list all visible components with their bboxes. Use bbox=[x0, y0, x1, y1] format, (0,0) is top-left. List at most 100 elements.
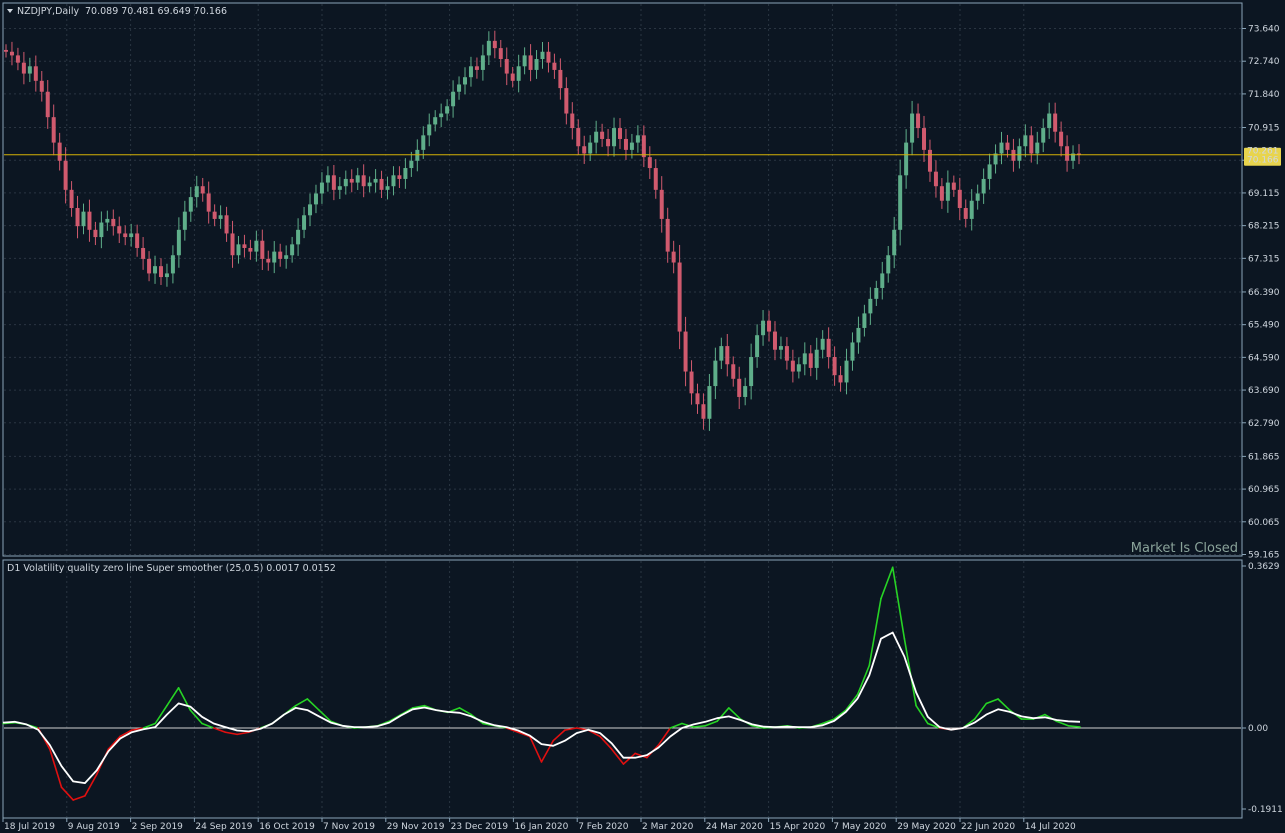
candle-body bbox=[343, 178, 348, 187]
candle-body bbox=[325, 175, 330, 183]
candle-body bbox=[433, 117, 438, 125]
time-tick-label: 15 Apr 2020 bbox=[770, 822, 826, 832]
candle-body bbox=[45, 91, 50, 118]
candle-body bbox=[9, 51, 14, 56]
candle-body bbox=[999, 142, 1004, 154]
candle-body bbox=[701, 404, 706, 419]
candle-body bbox=[916, 113, 921, 129]
candle-body bbox=[212, 211, 217, 219]
candle-body bbox=[230, 233, 235, 256]
candle-body bbox=[886, 255, 891, 274]
candle-body bbox=[15, 55, 20, 63]
candle-body bbox=[480, 55, 485, 70]
candle-body bbox=[1035, 142, 1040, 154]
candle-body bbox=[963, 208, 968, 219]
candle-body bbox=[337, 186, 342, 190]
candle-body bbox=[874, 287, 879, 299]
candle-body bbox=[153, 266, 158, 274]
candle-body bbox=[242, 244, 247, 248]
candle-body bbox=[158, 266, 163, 278]
candle-body bbox=[474, 66, 479, 70]
candle-body bbox=[945, 182, 950, 201]
time-tick-label: 24 Sep 2019 bbox=[195, 822, 252, 832]
candle-body bbox=[373, 178, 378, 183]
candle-body bbox=[743, 386, 748, 397]
candle-body bbox=[385, 186, 390, 190]
indicator-tick-label: 0.00 bbox=[1248, 724, 1268, 734]
symbol-label: NZDJPY,Daily bbox=[17, 6, 79, 17]
candle-body bbox=[63, 160, 68, 190]
candle-body bbox=[81, 211, 86, 227]
indicator-tick-label: -0.1911 bbox=[1248, 805, 1283, 815]
candle-body bbox=[486, 40, 491, 56]
candle-body bbox=[641, 135, 646, 158]
price-tick-label: 72.740 bbox=[1248, 57, 1280, 67]
candle-body bbox=[147, 258, 152, 274]
price-tick-label: 63.690 bbox=[1248, 386, 1280, 396]
time-tick-label: 29 Nov 2019 bbox=[387, 822, 445, 832]
time-tick-label: 7 Feb 2020 bbox=[578, 822, 629, 832]
candle-body bbox=[933, 171, 938, 187]
time-tick-label: 14 Jul 2020 bbox=[1025, 822, 1076, 832]
candle-body bbox=[319, 182, 324, 194]
candle-body bbox=[546, 51, 551, 63]
candle-body bbox=[564, 88, 569, 114]
candle-body bbox=[492, 40, 497, 49]
ohlc-readout: 70.089 70.481 69.649 70.166 bbox=[85, 6, 227, 17]
price-tick-label: 62.790 bbox=[1248, 419, 1280, 429]
chart-window[interactable]: 73.64072.74071.84070.91570.01569.11568.2… bbox=[0, 0, 1285, 833]
candle-body bbox=[21, 62, 26, 74]
candle-body bbox=[647, 157, 652, 169]
candle-body bbox=[856, 327, 861, 343]
candle-body bbox=[278, 251, 283, 259]
candle-body bbox=[510, 73, 515, 81]
candle-body bbox=[820, 338, 825, 350]
candle-body bbox=[397, 175, 402, 179]
candle-body bbox=[57, 142, 62, 161]
candle-body bbox=[27, 66, 32, 74]
candle-body bbox=[635, 135, 640, 143]
candle-body bbox=[1029, 135, 1034, 154]
indicator-label: D1 Volatility quality zero line Super sm… bbox=[7, 563, 336, 574]
time-tick-label: 18 Jul 2019 bbox=[4, 822, 55, 832]
candle-body bbox=[75, 208, 80, 227]
candle-body bbox=[749, 357, 754, 387]
candle-body bbox=[778, 346, 783, 350]
candle-body bbox=[468, 66, 473, 78]
time-tick-label: 9 Aug 2019 bbox=[68, 822, 120, 832]
candle-body bbox=[194, 186, 199, 198]
candle-body bbox=[123, 233, 128, 238]
candle-body bbox=[206, 193, 211, 212]
candle-body bbox=[540, 51, 545, 60]
candle-body bbox=[463, 77, 468, 85]
candle-body bbox=[594, 131, 599, 143]
price-tick-label: 70.915 bbox=[1248, 124, 1280, 134]
candle-body bbox=[659, 189, 664, 219]
candle-body bbox=[808, 353, 813, 368]
candle-body bbox=[772, 331, 777, 350]
candle-body bbox=[93, 229, 98, 238]
candle-body bbox=[683, 331, 688, 372]
candle-body bbox=[290, 244, 295, 256]
candle-body bbox=[957, 189, 962, 209]
candle-body bbox=[576, 128, 581, 147]
candle-body bbox=[969, 200, 974, 219]
candle-body bbox=[117, 226, 122, 234]
candle-body bbox=[898, 175, 903, 230]
candle-body bbox=[504, 59, 509, 74]
current-price-tag: 70.261 70.166 bbox=[1244, 147, 1281, 166]
candle-body bbox=[260, 240, 265, 259]
candle-body bbox=[355, 175, 360, 183]
candle-body bbox=[802, 353, 807, 365]
time-tick-label: 7 Nov 2019 bbox=[323, 822, 375, 832]
candle-body bbox=[224, 215, 229, 234]
candle-body bbox=[939, 186, 944, 201]
candle-body bbox=[99, 222, 104, 238]
candle-body bbox=[141, 247, 146, 259]
candle-body bbox=[218, 215, 223, 219]
candle-body bbox=[725, 346, 730, 365]
candle-body bbox=[767, 320, 772, 332]
candle-body bbox=[296, 229, 301, 245]
candle-body bbox=[713, 360, 718, 387]
candle-body bbox=[516, 66, 521, 81]
